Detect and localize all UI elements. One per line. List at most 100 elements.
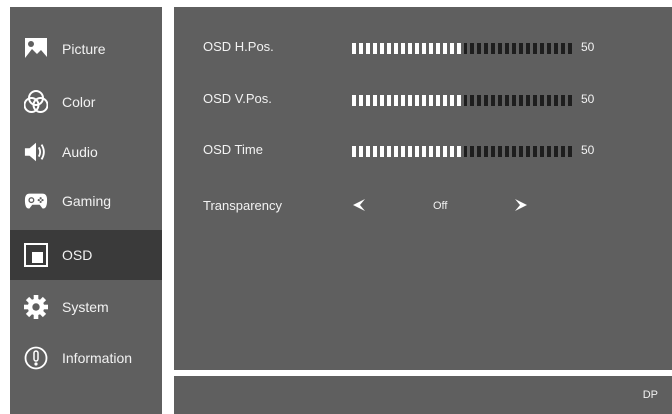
menu-item-audio[interactable]: Audio [10, 127, 162, 177]
slider-segment [372, 95, 377, 106]
osd-vpos-row[interactable]: OSD V.Pos. 50 [174, 87, 672, 113]
slider-segment [477, 95, 482, 106]
slider-segment [505, 146, 510, 157]
arrow-right-icon[interactable] [512, 196, 530, 214]
transparency-label: Transparency [203, 198, 282, 213]
slider-segment [491, 95, 496, 106]
slider-segment [519, 146, 524, 157]
slider-segment [379, 146, 384, 157]
slider-segment [379, 43, 384, 54]
slider-segment [463, 95, 468, 106]
slider-segment [400, 146, 405, 157]
slider-segment [352, 43, 356, 54]
slider-segment [407, 146, 412, 157]
slider-segment [512, 43, 517, 54]
slider-segment [456, 146, 461, 157]
menu-label-color: Color [62, 94, 96, 110]
menu-label-osd: OSD [62, 247, 93, 263]
slider-segment [463, 146, 468, 157]
slider-segment [519, 95, 524, 106]
slider-segment [561, 146, 566, 157]
slider-segment [449, 43, 454, 54]
slider-segment [386, 146, 391, 157]
slider-segment [358, 95, 363, 106]
slider-segment [498, 43, 503, 54]
slider-segment [477, 146, 482, 157]
info-icon [24, 346, 48, 370]
arrow-left-icon[interactable] [350, 196, 368, 214]
slider-segment [547, 146, 552, 157]
slider-segment [491, 43, 496, 54]
menu-label-information: Information [62, 350, 133, 366]
slider-segment [393, 43, 398, 54]
osd-hpos-row[interactable]: OSD H.Pos. 50 [174, 35, 672, 61]
slider-segment [365, 43, 370, 54]
slider-segment [421, 146, 426, 157]
menu-item-color[interactable]: Color [10, 77, 162, 127]
slider-segment [435, 43, 440, 54]
osd-vpos-slider[interactable] [352, 95, 572, 106]
slider-segment [435, 146, 440, 157]
slider-segment [352, 95, 356, 106]
menu-item-osd[interactable]: OSD [10, 230, 162, 280]
slider-segment [428, 146, 433, 157]
slider-segment [414, 95, 419, 106]
slider-segment [477, 43, 482, 54]
picture-icon [24, 37, 48, 61]
slider-segment [498, 95, 503, 106]
slider-segment [484, 43, 489, 54]
slider-segment [421, 43, 426, 54]
slider-segment [540, 95, 545, 106]
slider-segment [428, 95, 433, 106]
slider-segment [491, 146, 496, 157]
slider-segment [428, 43, 433, 54]
slider-segment [400, 43, 405, 54]
osd-time-slider[interactable] [352, 146, 572, 157]
menu-item-picture[interactable]: Picture [10, 24, 162, 74]
osd-vpos-value: 50 [581, 92, 595, 106]
osd-hpos-slider[interactable] [352, 43, 572, 54]
slider-segment [470, 146, 475, 157]
slider-segment [512, 146, 517, 157]
menu-label-gaming: Gaming [62, 193, 112, 209]
slider-segment [386, 43, 391, 54]
slider-segment [442, 95, 447, 106]
transparency-row[interactable]: Transparency Off [174, 194, 672, 220]
slider-segment [505, 43, 510, 54]
slider-segment [393, 146, 398, 157]
osd-sidebar: Picture Color Audio Gaming OSD System In… [10, 7, 162, 414]
slider-segment [352, 146, 356, 157]
slider-segment [568, 146, 572, 157]
slider-segment [554, 95, 559, 106]
osd-hpos-label: OSD H.Pos. [203, 39, 274, 54]
slider-segment [526, 95, 531, 106]
slider-segment [568, 95, 572, 106]
slider-segment [512, 95, 517, 106]
slider-segment [554, 146, 559, 157]
slider-segment [526, 43, 531, 54]
slider-segment [547, 43, 552, 54]
slider-segment [379, 95, 384, 106]
slider-segment [400, 95, 405, 106]
slider-segment [533, 95, 538, 106]
slider-segment [533, 146, 538, 157]
slider-segment [484, 95, 489, 106]
slider-segment [470, 95, 475, 106]
slider-segment [414, 146, 419, 157]
slider-segment [568, 43, 572, 54]
slider-segment [435, 95, 440, 106]
slider-segment [526, 146, 531, 157]
slider-segment [372, 146, 377, 157]
slider-segment [442, 146, 447, 157]
menu-item-gaming[interactable]: Gaming [10, 176, 162, 226]
osd-time-row[interactable]: OSD Time 50 [174, 138, 672, 164]
slider-segment [414, 43, 419, 54]
slider-segment [470, 43, 475, 54]
slider-segment [358, 146, 363, 157]
osd-time-value: 50 [581, 143, 595, 157]
slider-segment [547, 95, 552, 106]
menu-item-information[interactable]: Information [10, 333, 162, 383]
menu-item-system[interactable]: System [10, 282, 162, 332]
speaker-icon [24, 140, 48, 164]
slider-segment [372, 43, 377, 54]
